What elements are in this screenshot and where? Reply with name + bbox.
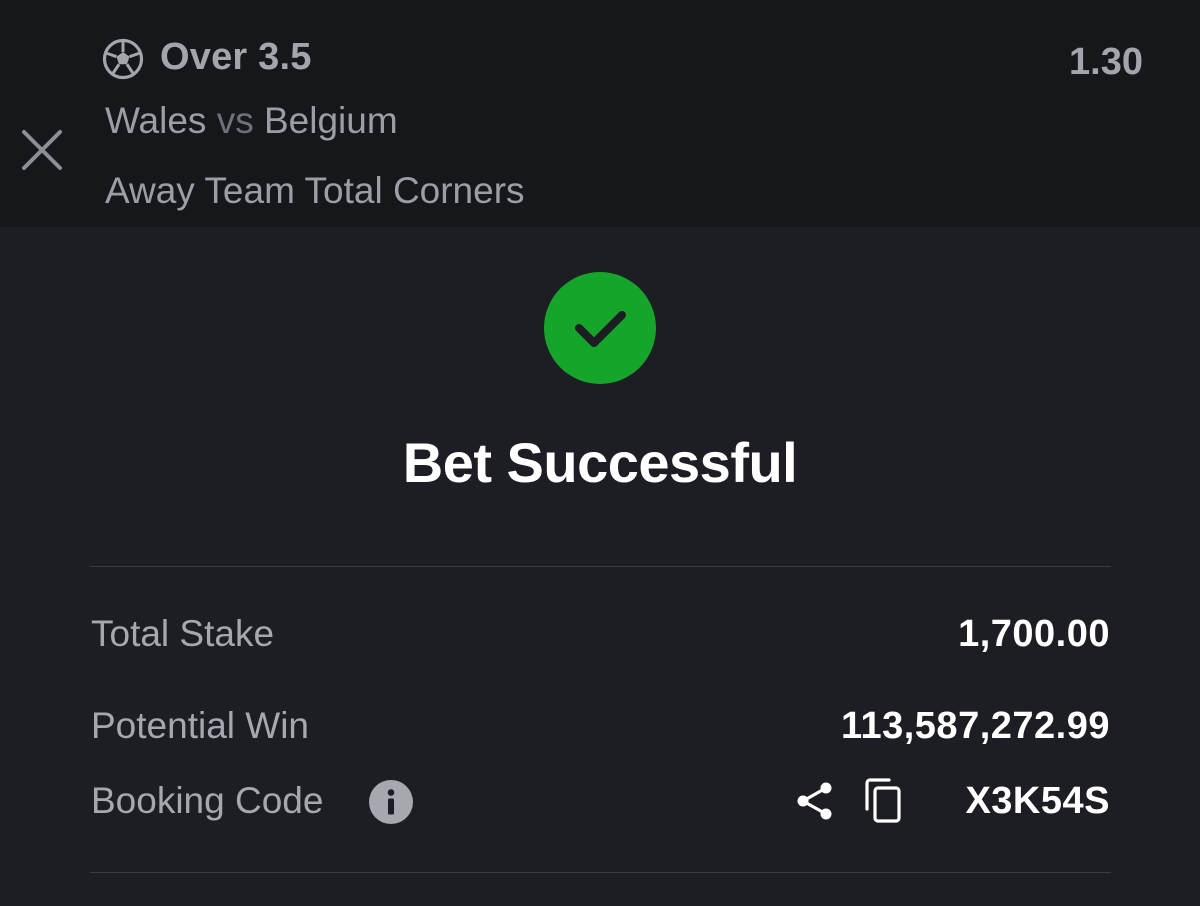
total-stake-value: 1,700.00 bbox=[958, 613, 1110, 655]
booking-code-value[interactable]: X3K54S bbox=[965, 780, 1110, 823]
match-name: Wales vs Belgium bbox=[105, 100, 398, 142]
vs-separator: vs bbox=[216, 100, 254, 141]
total-stake-label: Total Stake bbox=[91, 613, 275, 654]
market-name: Over 3.5 bbox=[160, 36, 312, 78]
odds-value: 1.30 bbox=[1069, 41, 1143, 83]
home-team: Wales bbox=[105, 100, 207, 141]
market-type: Away Team Total Corners bbox=[105, 170, 525, 211]
copy-icon[interactable] bbox=[861, 777, 905, 825]
success-title: Bet Successful bbox=[402, 431, 798, 494]
potential-win-label: Potential Win bbox=[91, 705, 309, 746]
booking-code-label: Booking Code bbox=[91, 780, 324, 821]
potential-win-value: 113,587,272.99 bbox=[840, 705, 1110, 747]
share-icon[interactable] bbox=[793, 779, 837, 823]
check-circle-icon bbox=[544, 272, 656, 384]
bet-selection-card: Over 3.5 1.30 Wales vs Belgium Away Team… bbox=[0, 0, 1200, 227]
soccer-ball-icon bbox=[102, 38, 144, 80]
away-team: Belgium bbox=[264, 100, 398, 141]
close-icon[interactable] bbox=[20, 128, 64, 172]
divider bbox=[90, 566, 1111, 567]
info-icon[interactable] bbox=[369, 780, 413, 824]
divider bbox=[90, 872, 1111, 873]
